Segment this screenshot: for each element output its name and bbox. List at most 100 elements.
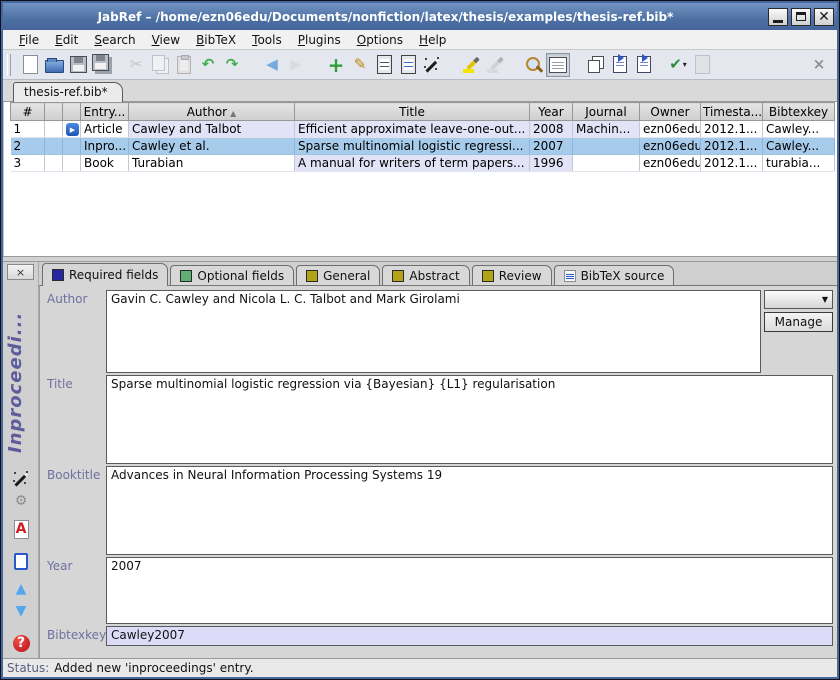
menu-file[interactable]: File xyxy=(11,31,47,49)
push-to-lyx-icon[interactable] xyxy=(608,53,632,77)
generate-bibtexkey-icon[interactable] xyxy=(10,468,32,490)
green-square-icon xyxy=(180,270,192,282)
help-icon[interactable]: ? xyxy=(10,632,32,654)
undo-icon[interactable]: ↶ xyxy=(196,53,220,77)
menu-bibtex[interactable]: BibTeX xyxy=(188,31,244,49)
tab-general[interactable]: General xyxy=(296,265,380,285)
window-title: JabRef – /home/ezn06edu/Documents/nonfic… xyxy=(6,10,765,24)
close-editor-button[interactable]: × xyxy=(7,264,34,280)
menu-help[interactable]: Help xyxy=(411,31,454,49)
window-frame: JabRef – /home/ezn06edu/Documents/nonfic… xyxy=(1,1,839,679)
edit-preamble-icon[interactable] xyxy=(372,53,396,77)
open-file-icon[interactable] xyxy=(10,550,32,572)
year-field-input[interactable]: 2007 xyxy=(106,557,833,624)
unmark-entries-icon[interactable] xyxy=(484,53,508,77)
tab-abstract[interactable]: Abstract xyxy=(382,265,469,285)
menu-search[interactable]: Search xyxy=(86,31,143,49)
manage-button[interactable]: Manage xyxy=(764,312,833,332)
tab-bibtex-source[interactable]: BibTeX source xyxy=(554,265,675,285)
editor-tabs: Required fields Optional fields General Abs… xyxy=(39,262,837,285)
new-database-icon[interactable] xyxy=(18,53,42,77)
open-pdf-icon[interactable]: A xyxy=(10,518,32,540)
copy-citation-icon[interactable] xyxy=(584,53,608,77)
push-to-openoffice-icon[interactable]: ✔▾ xyxy=(666,53,690,77)
redo-icon[interactable]: ↷ xyxy=(220,53,244,77)
chevron-down-icon: ▼ xyxy=(822,295,828,304)
author-field-input[interactable]: Gavin C. Cawley and Nicola L. C. Talbot … xyxy=(106,290,761,373)
menu-edit[interactable]: Edit xyxy=(47,31,86,49)
tab-label: Optional fields xyxy=(197,269,284,283)
status-message: Added new 'inproceedings' entry. xyxy=(54,661,253,675)
menu-tools[interactable]: Tools xyxy=(244,31,290,49)
menu-view[interactable]: View xyxy=(144,31,188,49)
back-icon[interactable]: ◀ xyxy=(260,53,284,77)
edit-entry-icon[interactable]: ✎ xyxy=(348,53,372,77)
bibtexkey-field-input[interactable]: Cawley2007 xyxy=(106,626,833,646)
push-external-icon[interactable] xyxy=(690,53,714,77)
tab-required-fields[interactable]: Required fields xyxy=(42,263,168,286)
column-header-icon[interactable] xyxy=(45,103,63,121)
tab-label: General xyxy=(323,269,370,283)
cut-icon[interactable]: ✂ xyxy=(124,53,148,77)
source-icon xyxy=(564,270,576,282)
tab-label: Required fields xyxy=(69,268,158,282)
forward-icon[interactable]: ▶ xyxy=(284,53,308,77)
title-field-input[interactable]: Sparse multinomial logistic regression v… xyxy=(106,375,833,464)
minimize-button[interactable] xyxy=(768,8,788,26)
new-entry-icon[interactable]: + xyxy=(324,53,348,77)
close-editor-icon: × xyxy=(16,266,25,279)
column-header-owner[interactable]: Owner xyxy=(640,103,701,121)
minimize-icon xyxy=(773,20,783,23)
open-database-icon[interactable] xyxy=(42,53,66,77)
tab-label: Abstract xyxy=(409,269,459,283)
column-header-year[interactable]: Year xyxy=(530,103,573,121)
toolbar-close-icon[interactable]: × xyxy=(807,53,831,77)
column-header-title[interactable]: Title xyxy=(295,103,530,121)
sort-ascending-icon: ▲ xyxy=(230,109,236,118)
open-url-icon[interactable]: ▶ xyxy=(66,123,79,136)
save-all-databases-icon[interactable] xyxy=(90,53,114,77)
menubar: FileEditSearchViewBibTeXToolsPluginsOpti… xyxy=(3,30,837,50)
maximize-button[interactable] xyxy=(791,8,811,26)
toolbar-handle[interactable] xyxy=(7,54,11,76)
column-header-entry[interactable]: Entry... xyxy=(81,103,129,121)
name-format-combobox[interactable]: ▼ xyxy=(764,290,833,309)
paste-icon[interactable] xyxy=(172,53,196,77)
entry-type-label: Inproceedi... xyxy=(5,292,37,472)
search-icon[interactable] xyxy=(522,53,546,77)
column-header-bibtexkey[interactable]: Bibtexkey xyxy=(763,103,835,121)
tab-review[interactable]: Review xyxy=(472,265,552,285)
navy-square-icon xyxy=(52,269,64,281)
database-tab[interactable]: thesis-ref.bib* xyxy=(13,82,123,102)
autoset-settings-icon[interactable]: ⚙ xyxy=(10,490,32,512)
required-fields-panel: Author Gavin C. Cawley and Nicola L. C. … xyxy=(39,285,837,658)
close-button[interactable]: ✕ xyxy=(814,8,834,26)
table-row[interactable]: 1▶ArticleCawley and TalbotEfficient appr… xyxy=(11,121,835,138)
copy-icon[interactable] xyxy=(148,53,172,77)
olive-square-icon xyxy=(306,270,318,282)
previous-entry-icon[interactable]: ▲ xyxy=(10,578,32,600)
cleanup-entries-wand-icon[interactable] xyxy=(420,53,444,77)
column-header-num[interactable]: # xyxy=(11,103,45,121)
edit-strings-icon[interactable] xyxy=(396,53,420,77)
save-database-icon[interactable] xyxy=(66,53,90,77)
column-header-timesta[interactable]: Timesta... xyxy=(701,103,763,121)
toggle-search-panel-icon[interactable] xyxy=(546,53,570,77)
table-row[interactable]: 3BookTurabianA manual for writers of ter… xyxy=(11,155,835,172)
column-header-journal[interactable]: Journal xyxy=(573,103,640,121)
push-to-emacs-icon[interactable] xyxy=(632,53,656,77)
field-row-author: Author Gavin C. Cawley and Nicola L. C. … xyxy=(42,290,833,373)
mark-entries-icon[interactable] xyxy=(460,53,484,77)
titlebar[interactable]: JabRef – /home/ezn06edu/Documents/nonfic… xyxy=(3,3,837,30)
menu-options[interactable]: Options xyxy=(349,31,411,49)
column-header-icon[interactable] xyxy=(63,103,81,121)
menu-plugins[interactable]: Plugins xyxy=(290,31,349,49)
field-row-year: Year 2007 xyxy=(42,557,833,624)
tab-optional-fields[interactable]: Optional fields xyxy=(170,265,294,285)
title-field-label: Title xyxy=(42,375,106,464)
next-entry-icon[interactable]: ▼ xyxy=(10,600,32,622)
table-row[interactable]: 2Inpro...Cawley et al.Sparse multinomial… xyxy=(11,138,835,155)
column-header-author[interactable]: Author▲ xyxy=(129,103,295,121)
booktitle-field-input[interactable]: Advances in Neural Information Processin… xyxy=(106,466,833,555)
booktitle-field-label: Booktitle xyxy=(42,466,106,555)
